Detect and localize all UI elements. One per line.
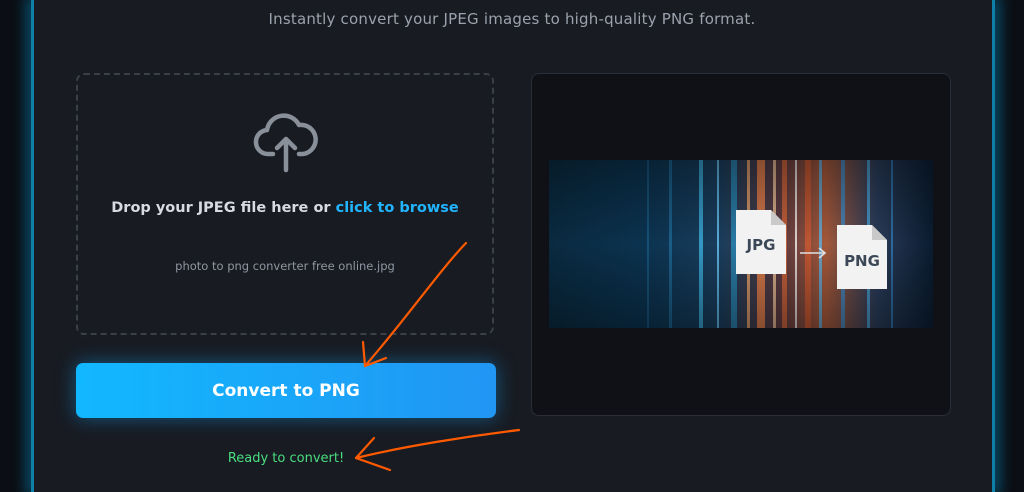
cloud-upload-icon bbox=[253, 113, 318, 173]
browse-link[interactable]: click to browse bbox=[336, 200, 459, 216]
preview-image: JPG PNG bbox=[549, 160, 933, 328]
status-message: Ready to convert! bbox=[227, 451, 345, 466]
app-background: Instantly convert your JPEG images to hi… bbox=[0, 0, 1024, 492]
drop-prompt-text: Drop your JPEG file here or bbox=[111, 200, 336, 216]
svg-text:JPG: JPG bbox=[746, 236, 776, 254]
page-subtitle: Instantly convert your JPEG images to hi… bbox=[268, 10, 756, 28]
right-glow-border bbox=[992, 0, 995, 492]
dropzone-instructions: Drop your JPEG file here or click to bro… bbox=[76, 200, 494, 216]
png-file-icon: PNG bbox=[837, 225, 887, 289]
selected-file-name: photo to png converter free online.jpg bbox=[175, 259, 395, 273]
convert-to-png-button[interactable]: Convert to PNG bbox=[76, 363, 496, 418]
jpg-file-icon: JPG bbox=[736, 210, 786, 274]
svg-text:PNG: PNG bbox=[844, 252, 880, 270]
